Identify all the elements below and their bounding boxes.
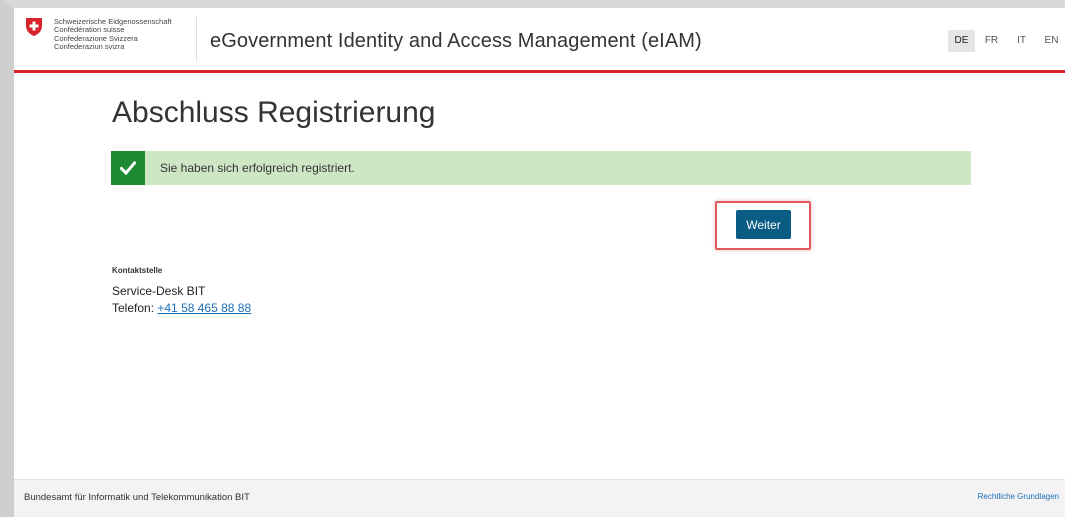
- continue-button[interactable]: Weiter: [736, 210, 791, 239]
- alert-message: Sie haben sich erfolgreich registriert.: [160, 161, 355, 175]
- checkmark-icon: [120, 161, 136, 175]
- federal-name-rm: Confederaziun svizra: [54, 42, 125, 52]
- language-fr[interactable]: FR: [978, 30, 1005, 52]
- phone-link[interactable]: +41 58 465 88 88: [157, 301, 251, 315]
- legal-link[interactable]: Rechtliche Grundlagen: [978, 492, 1059, 501]
- language-switcher: DE FR IT EN: [948, 30, 1065, 52]
- swiss-coat-of-arms-icon: [26, 18, 42, 36]
- language-en[interactable]: EN: [1038, 30, 1065, 52]
- alert-icon-box: [111, 151, 145, 185]
- contact-phone-line: Telefon: +41 58 465 88 88: [112, 301, 251, 315]
- site-header: Schweizerische Eidgenossenschaft Confédé…: [14, 8, 1065, 73]
- page-title: Abschluss Registrierung: [112, 96, 436, 129]
- contact-heading: Kontaktstelle: [112, 266, 163, 275]
- site-footer: Bundesamt für Informatik und Telekommuni…: [14, 479, 1065, 517]
- app-title: eGovernment Identity and Access Manageme…: [210, 30, 702, 52]
- phone-label: Telefon:: [112, 301, 155, 315]
- browser-frame: [0, 0, 1065, 517]
- footer-org-name: Bundesamt für Informatik und Telekommuni…: [24, 492, 250, 503]
- federal-administration-name: Schweizerische Eidgenossenschaft Confédé…: [54, 17, 204, 52]
- header-divider: [196, 17, 197, 61]
- contact-name: Service-Desk BIT: [112, 284, 206, 298]
- success-alert: Sie haben sich erfolgreich registriert.: [111, 151, 971, 185]
- language-it[interactable]: IT: [1008, 30, 1035, 52]
- language-de[interactable]: DE: [948, 30, 975, 52]
